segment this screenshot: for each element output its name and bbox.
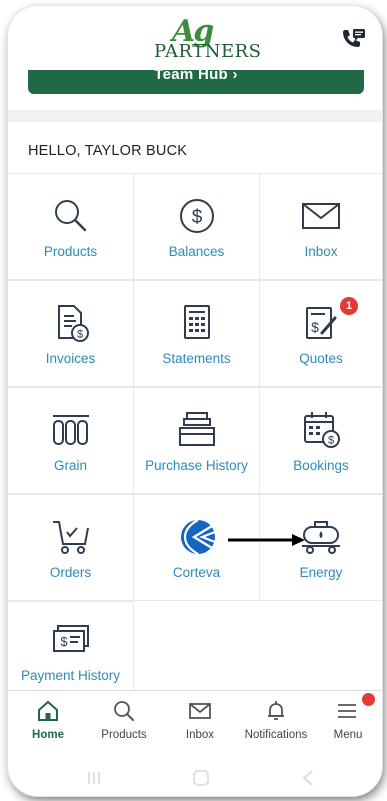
search-icon xyxy=(54,200,86,232)
system-navigation-bar xyxy=(8,758,382,796)
tile-inbox[interactable]: Inbox xyxy=(260,173,382,280)
cash-icon: $ xyxy=(52,625,89,652)
menu-notification-dot xyxy=(362,693,375,706)
tile-invoices[interactable]: $ Invoices xyxy=(8,280,134,387)
svg-text:$: $ xyxy=(191,207,202,228)
cart-icon xyxy=(52,521,89,554)
tile-products[interactable]: Products xyxy=(8,173,134,280)
tile-quotes[interactable]: $ 1 Quotes xyxy=(260,280,382,387)
home-button-icon[interactable] xyxy=(192,769,210,787)
svg-text:$: $ xyxy=(328,435,334,447)
hamburger-icon xyxy=(338,704,356,718)
tile-payment-history[interactable]: $ Payment History xyxy=(8,601,134,691)
file-box-icon xyxy=(178,412,215,446)
svg-text:$: $ xyxy=(76,329,82,341)
recent-apps-icon[interactable] xyxy=(86,770,102,786)
calendar-dollar-icon: $ xyxy=(304,412,340,448)
bell-icon xyxy=(268,701,284,720)
nav-notifications[interactable]: Notifications xyxy=(238,699,314,741)
tile-grain[interactable]: Grain xyxy=(8,387,134,494)
annotation-arrow xyxy=(228,534,305,546)
invoice-icon: $ xyxy=(57,305,89,342)
home-icon xyxy=(38,700,58,721)
svg-text:$: $ xyxy=(60,634,68,649)
back-button-icon[interactable] xyxy=(300,769,316,787)
bottom-navigation: Home Products Inbox Notifications Menu xyxy=(8,690,382,756)
tanker-truck-icon xyxy=(302,521,340,554)
tile-balances[interactable]: $ Balances xyxy=(134,173,260,280)
envelope-icon xyxy=(189,703,211,719)
nav-inbox[interactable]: Inbox xyxy=(162,699,238,741)
tile-statements[interactable]: Statements xyxy=(134,280,260,387)
tile-corteva[interactable]: Corteva xyxy=(134,494,260,601)
phone-frame: Ag PARTNERS Team Hub › HELLO, TAYLOR BUC… xyxy=(8,6,382,796)
tile-orders[interactable]: Orders xyxy=(8,494,134,601)
search-icon xyxy=(114,701,134,721)
app-header: Ag PARTNERS xyxy=(8,6,382,70)
quote-icon: $ xyxy=(306,307,337,339)
tile-energy[interactable]: Energy xyxy=(260,494,382,601)
dollar-circle-icon: $ xyxy=(179,199,214,233)
envelope-icon xyxy=(302,203,340,229)
tile-purchase-history[interactable]: Purchase History xyxy=(134,387,260,494)
section-divider xyxy=(8,110,382,122)
svg-text:$: $ xyxy=(311,319,319,335)
tile-bookings[interactable]: $ Bookings xyxy=(260,387,382,494)
nav-home[interactable]: Home xyxy=(10,699,86,741)
statement-icon xyxy=(183,305,210,339)
quotes-count-badge: 1 xyxy=(340,297,358,315)
agpartners-logo: Ag PARTNERS xyxy=(154,14,262,62)
nav-products[interactable]: Products xyxy=(86,699,162,741)
greeting-text: HELLO, TAYLOR BUCK xyxy=(28,143,188,159)
phone-chat-icon[interactable] xyxy=(340,28,366,52)
nav-menu[interactable]: Menu xyxy=(312,693,382,741)
corteva-logo-icon xyxy=(180,519,215,555)
grain-bins-icon xyxy=(52,415,89,445)
